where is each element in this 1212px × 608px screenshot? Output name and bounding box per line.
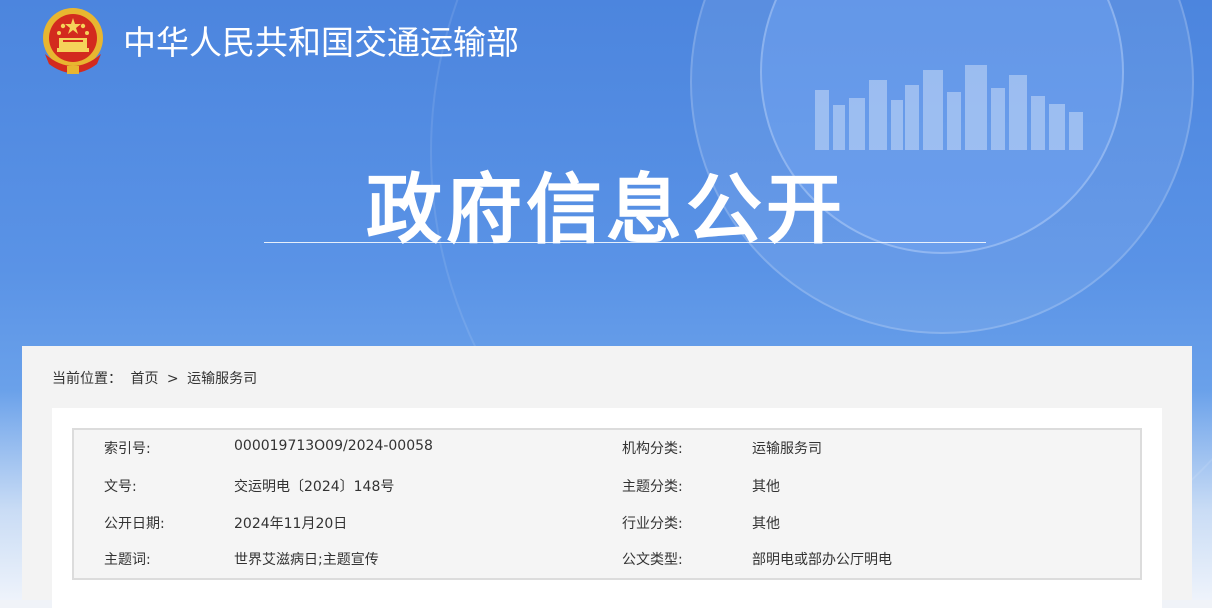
info-value: 世界艾滋病日;主题宣传 (234, 552, 379, 568)
info-label: 文号: (104, 479, 137, 495)
national-emblem-icon (43, 8, 103, 74)
info-label: 公文类型: (622, 552, 683, 568)
title-underline (264, 242, 986, 243)
info-value: 其他 (752, 479, 780, 495)
info-label: 行业分类: (622, 516, 683, 532)
info-value: 000019713O09/2024-00058 (234, 438, 433, 454)
info-row: 文号: 交运明电〔2024〕148号 主题分类: 其他 (74, 468, 1140, 504)
info-value: 交运明电〔2024〕148号 (234, 479, 395, 495)
info-value: 其他 (752, 516, 780, 532)
info-label: 机构分类: (622, 441, 683, 457)
document-info-table: 索引号: 000019713O09/2024-00058 机构分类: 运输服务司… (72, 428, 1142, 580)
info-row: 公开日期: 2024年11月20日 行业分类: 其他 (74, 505, 1140, 541)
info-label: 公开日期: (104, 516, 165, 532)
document-card: 索引号: 000019713O09/2024-00058 机构分类: 运输服务司… (52, 408, 1162, 608)
info-label: 主题词: (104, 552, 151, 568)
info-label: 索引号: (104, 441, 151, 457)
breadcrumb-label: 当前位置： (52, 371, 122, 387)
info-value: 2024年11月20日 (234, 516, 348, 532)
ministry-name: 中华人民共和国交通运输部 (123, 23, 519, 62)
breadcrumb-separator: > (166, 371, 179, 387)
info-label: 主题分类: (622, 479, 683, 495)
info-value: 部明电或部办公厅明电 (752, 552, 892, 568)
info-row: 索引号: 000019713O09/2024-00058 机构分类: 运输服务司 (74, 430, 1140, 466)
breadcrumb-current-link[interactable]: 运输服务司 (187, 371, 257, 387)
breadcrumb-home-link[interactable]: 首页 (130, 371, 158, 387)
info-row: 主题词: 世界艾滋病日;主题宣传 公文类型: 部明电或部办公厅明电 (74, 541, 1140, 577)
breadcrumb: 当前位置： 首页 > 运输服务司 (52, 368, 261, 388)
city-skyline-graphic (815, 65, 1083, 150)
info-value: 运输服务司 (752, 441, 822, 457)
content-panel: 当前位置： 首页 > 运输服务司 索引号: 000019713O09/2024-… (22, 346, 1192, 608)
